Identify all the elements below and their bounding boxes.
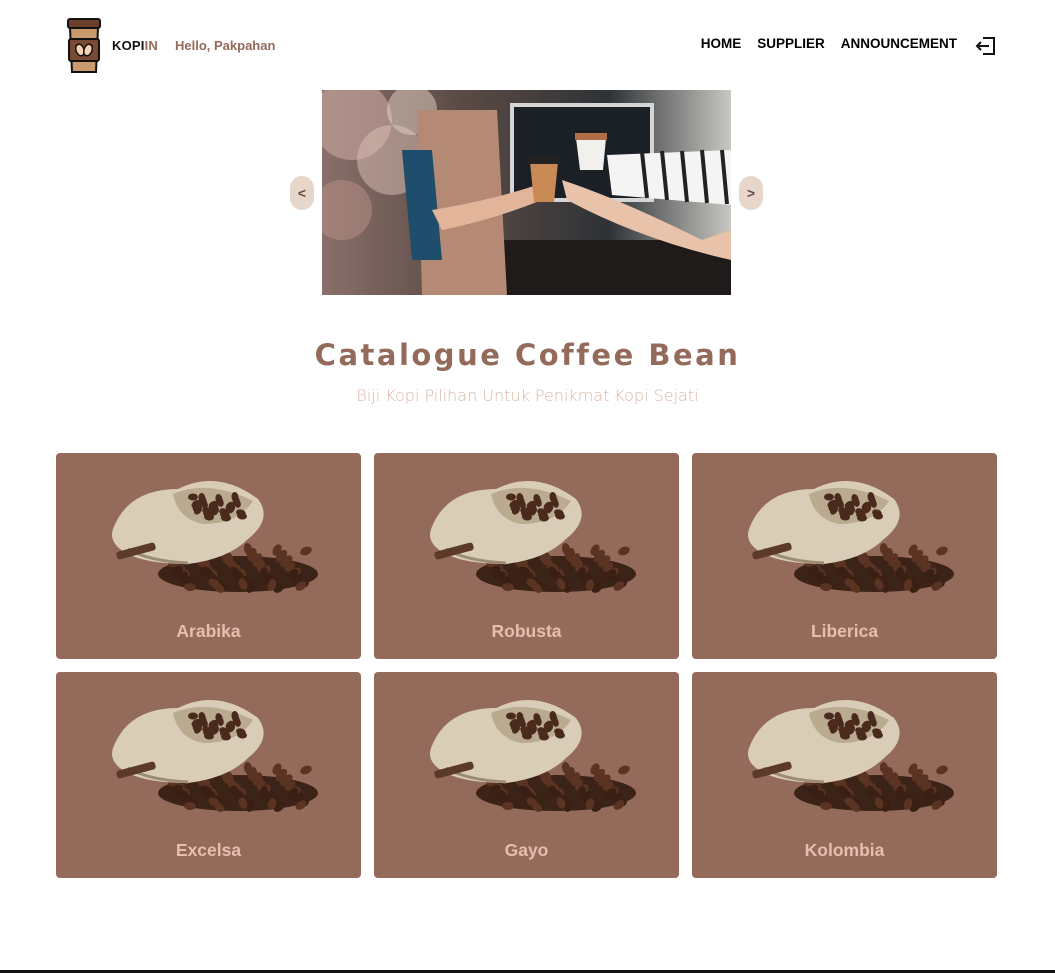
- brand-part-in: IN: [144, 38, 158, 53]
- main-nav: HOME SUPPLIER ANNOUNCEMENT: [701, 36, 957, 51]
- coffee-cup-logo-icon: [67, 18, 101, 73]
- coffee-bean-sack-image: [748, 481, 954, 593]
- card-label: Kolombia: [804, 840, 885, 860]
- card-label: Gayo: [504, 840, 549, 860]
- catalogue-card-gayo[interactable]: Gayo: [374, 672, 679, 878]
- catalogue-title: Catalogue Coffee Bean: [314, 338, 741, 372]
- card-label: Robusta: [491, 621, 562, 641]
- nav-supplier[interactable]: SUPPLIER: [757, 36, 825, 51]
- brand-part-kopi: KOPI: [112, 38, 145, 53]
- carousel-prev-button[interactable]: <: [290, 176, 314, 210]
- catalogue-card-arabika[interactable]: Arabika: [56, 453, 361, 659]
- brand-name[interactable]: KOPIIN: [112, 38, 158, 53]
- coffee-bean-sack-image: [430, 481, 636, 593]
- coffee-bean-sack-image: [112, 481, 318, 593]
- nav-home[interactable]: HOME: [701, 36, 742, 51]
- catalogue-card-kolombia[interactable]: Kolombia: [692, 672, 997, 878]
- coffee-bean-sack-image: [430, 700, 636, 812]
- carousel-next-button[interactable]: >: [739, 176, 763, 210]
- barista-photo: [322, 90, 731, 295]
- card-label: Arabika: [176, 621, 241, 641]
- card-label: Excelsa: [175, 840, 242, 860]
- catalogue-card-liberica[interactable]: Liberica: [692, 453, 997, 659]
- nav-announcement[interactable]: ANNOUNCEMENT: [841, 36, 957, 51]
- logout-icon[interactable]: [975, 35, 997, 57]
- header: KOPIIN Hello, Pakpahan HOME SUPPLIER ANN…: [0, 0, 1055, 90]
- coffee-bean-sack-image: [112, 700, 318, 812]
- catalogue-subtitle: Biji Kopi Pilihan Untuk Penikmat Kopi Se…: [356, 386, 699, 405]
- catalogue-card-robusta[interactable]: Robusta: [374, 453, 679, 659]
- user-greeting: Hello, Pakpahan: [175, 38, 276, 53]
- carousel-image: [322, 90, 731, 295]
- catalogue-card-excelsa[interactable]: Excelsa: [56, 672, 361, 878]
- coffee-bean-sack-image: [748, 700, 954, 812]
- card-label: Liberica: [810, 621, 879, 641]
